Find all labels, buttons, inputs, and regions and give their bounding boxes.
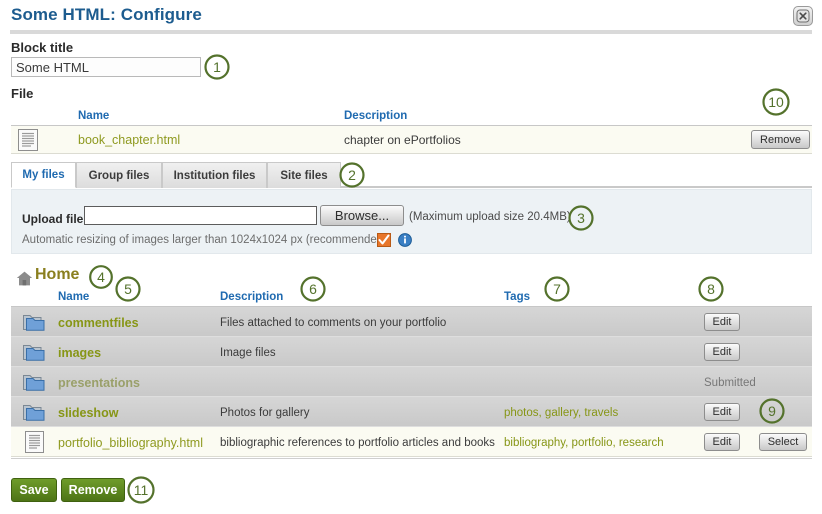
table-row[interactable]: commentfiles Files attached to comments … [11, 307, 812, 337]
edit-button[interactable]: Edit [704, 403, 740, 421]
row-description: bibliographic references to portfolio ar… [220, 437, 495, 449]
row-tags[interactable]: photos, gallery, travels [504, 407, 618, 419]
selected-file-header-name: Name [78, 110, 110, 122]
tab-my-files[interactable]: My files [11, 162, 76, 188]
html-file-icon [25, 431, 44, 456]
callout-7: 7 [543, 275, 571, 303]
row-description: Photos for gallery [220, 407, 310, 419]
callout-4: 4 [88, 264, 114, 290]
file-section-label: File [11, 86, 34, 101]
callout-6: 6 [299, 275, 327, 303]
row-name[interactable]: images [58, 346, 101, 360]
callout-number: 1 [213, 59, 221, 75]
selected-file-description: chapter on ePortfolios [344, 133, 461, 147]
row-name[interactable]: commentfiles [58, 316, 139, 330]
browser-bottom-divider [11, 458, 812, 459]
callout-number: 6 [309, 281, 317, 297]
title-divider [10, 30, 812, 34]
tab-group-files[interactable]: Group files [76, 162, 162, 188]
callout-number: 7 [553, 281, 561, 297]
row-description: Files attached to comments on your portf… [220, 317, 447, 329]
tab-site-files[interactable]: Site files [267, 162, 341, 188]
row-tags[interactable]: bibliography, portfolio, research [504, 437, 664, 449]
table-row[interactable]: slideshow Photos for gallery photos, gal… [11, 397, 812, 427]
checked-checkbox-icon[interactable] [377, 233, 391, 247]
configure-dialog: Some HTML: Configure Block title File Na… [0, 0, 822, 514]
close-icon [796, 9, 810, 23]
edit-button[interactable]: Edit [704, 433, 740, 451]
upload-max-size-note: (Maximum upload size 20.4MB) [409, 211, 571, 223]
status-badge: Submitted [704, 377, 756, 389]
edit-button[interactable]: Edit [704, 313, 740, 331]
callout-1: 1 [203, 53, 231, 81]
remove-file-button[interactable]: Remove [751, 130, 810, 149]
folder-icon [23, 373, 45, 394]
upload-file-label: Upload file [22, 212, 84, 226]
upload-file-input[interactable] [84, 206, 317, 225]
home-icon[interactable] [16, 271, 33, 289]
table-row[interactable]: images Image files Edit [11, 337, 812, 367]
callout-number: 11 [133, 482, 149, 498]
callout-number: 5 [124, 281, 132, 297]
table-row: presentations Submitted [11, 367, 812, 397]
breadcrumb-home[interactable]: Home [35, 266, 79, 284]
callout-number: 10 [768, 94, 784, 110]
table-row[interactable]: portfolio_bibliography.html bibliographi… [11, 427, 812, 457]
row-name[interactable]: slideshow [58, 406, 118, 420]
selected-file-name[interactable]: book_chapter.html [78, 133, 180, 147]
folder-icon [23, 403, 45, 424]
block-title-label: Block title [11, 40, 74, 55]
block-title-input[interactable] [11, 57, 201, 77]
auto-resize-label: Automatic resizing of images larger than… [22, 234, 387, 246]
tab-institution-files[interactable]: Institution files [162, 162, 267, 188]
callout-number: 4 [97, 269, 105, 285]
callout-10: 10 [761, 87, 791, 117]
select-button[interactable]: Select [759, 433, 807, 451]
row-description: Image files [220, 347, 276, 359]
save-button[interactable]: Save [11, 478, 57, 502]
folder-icon [23, 313, 45, 334]
file-source-tabs: My files Group files Institution files S… [11, 162, 812, 188]
browser-header-tags: Tags [504, 291, 530, 303]
callout-number: 8 [707, 281, 715, 297]
dialog-titlebar: Some HTML: Configure [0, 0, 822, 34]
row-name[interactable]: portfolio_bibliography.html [58, 436, 203, 450]
edit-button[interactable]: Edit [704, 343, 740, 361]
browser-header-description: Description [220, 291, 284, 303]
close-button[interactable] [793, 6, 813, 26]
html-file-icon [18, 129, 38, 154]
info-icon[interactable] [398, 233, 412, 247]
selected-file-header-description: Description [344, 110, 408, 122]
remove-button[interactable]: Remove [61, 478, 125, 502]
row-name: presentations [58, 376, 140, 390]
folder-icon [23, 343, 45, 364]
browse-button[interactable]: Browse... [320, 205, 404, 226]
callout-8: 8 [697, 275, 725, 303]
callout-5: 5 [114, 275, 142, 303]
page-title: Some HTML: Configure [11, 5, 202, 24]
browser-header-name: Name [58, 291, 90, 303]
callout-11: 11 [126, 475, 156, 505]
